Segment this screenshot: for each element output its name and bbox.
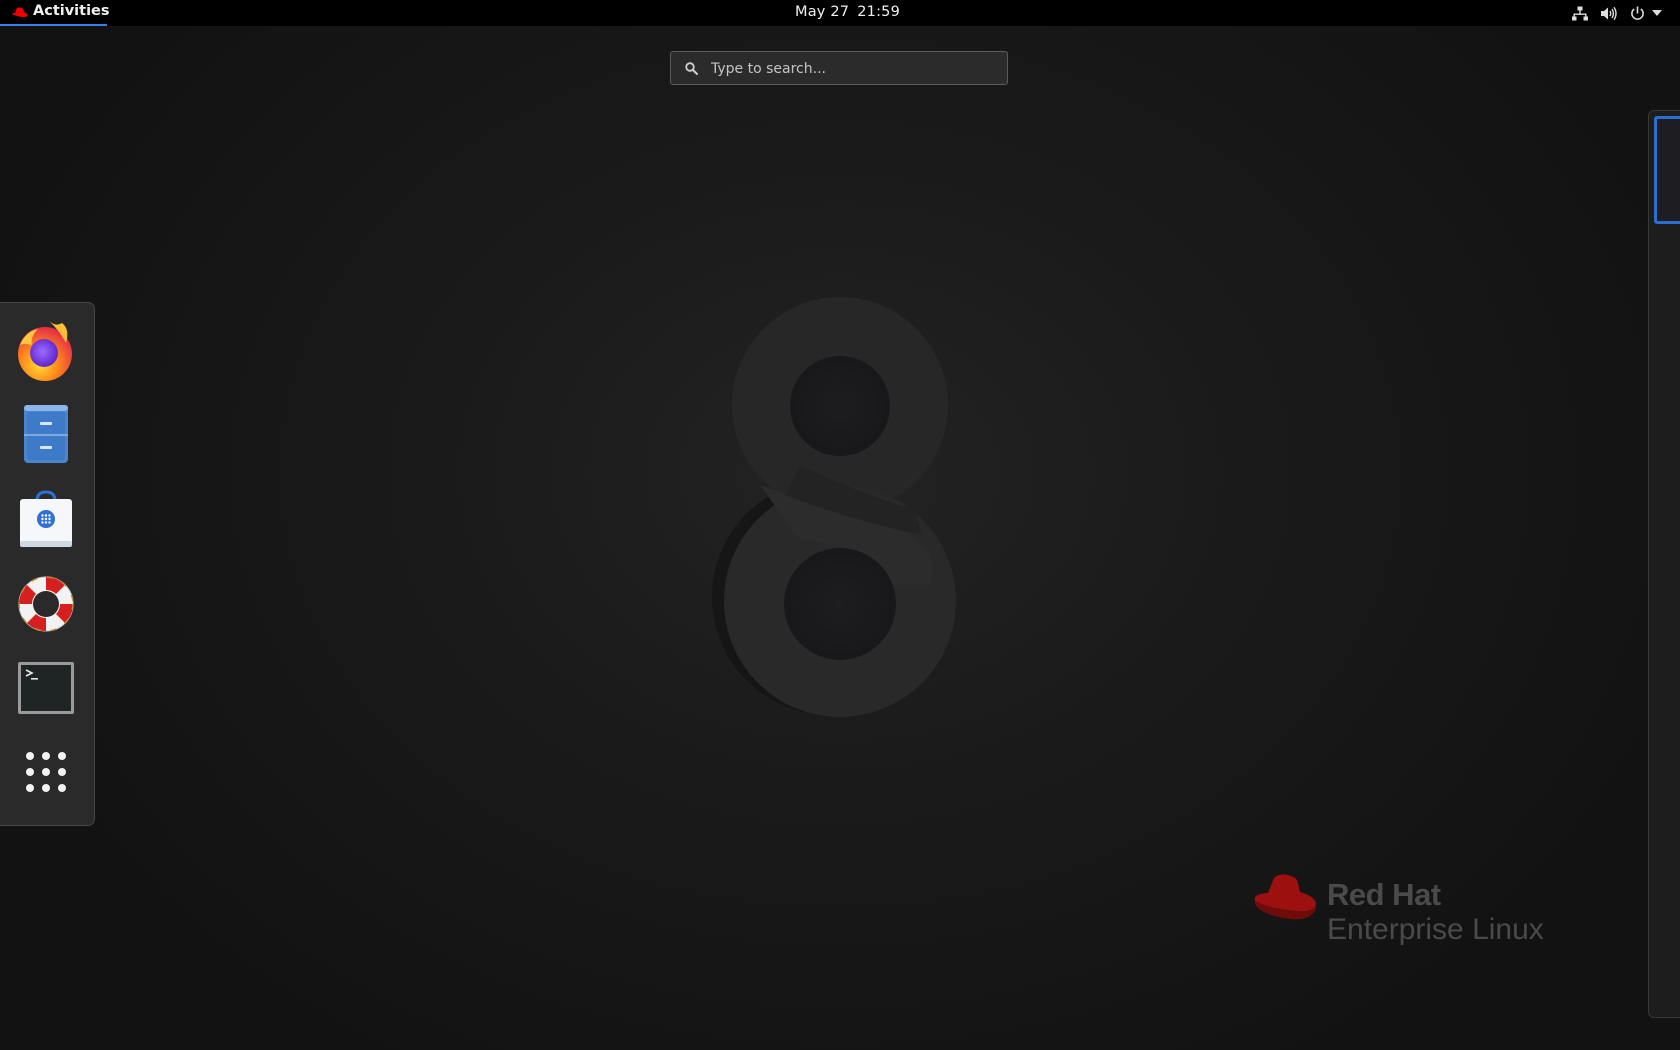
show-applications-icon bbox=[26, 752, 66, 792]
clock-date: May 27 bbox=[795, 4, 850, 20]
dash-item-software[interactable] bbox=[13, 486, 79, 552]
clock-time: 21:59 bbox=[857, 4, 901, 20]
help-icon bbox=[18, 576, 74, 632]
firefox-icon bbox=[18, 321, 72, 381]
search-input[interactable] bbox=[709, 52, 1003, 86]
terminal-icon bbox=[18, 662, 74, 714]
clock[interactable]: May 27 21:59 bbox=[795, 4, 900, 20]
dash-item-terminal[interactable] bbox=[13, 655, 79, 721]
volume-icon[interactable] bbox=[1600, 6, 1617, 21]
workspace-switcher bbox=[1648, 110, 1680, 1018]
brand-line1: Red Hat bbox=[1327, 877, 1441, 912]
dash-item-help[interactable] bbox=[13, 571, 79, 637]
redhat-brand-watermark: Red Hat Enterprise Linux bbox=[1252, 873, 1544, 946]
activities-button[interactable]: Activities bbox=[0, 0, 110, 26]
power-icon[interactable] bbox=[1630, 6, 1645, 21]
rhel-8-wallpaper-graphic bbox=[712, 297, 956, 717]
dash-item-files[interactable] bbox=[13, 401, 79, 467]
workspace-thumbnail-active[interactable] bbox=[1654, 116, 1680, 224]
dash bbox=[0, 302, 95, 826]
network-icon[interactable] bbox=[1572, 6, 1588, 21]
top-bar: Activities May 27 21:59 bbox=[0, 0, 1680, 26]
software-icon bbox=[20, 490, 72, 547]
search-icon bbox=[685, 62, 698, 75]
redhat-logo-icon bbox=[12, 7, 28, 18]
show-applications-button[interactable] bbox=[13, 739, 79, 805]
redhat-logo-icon bbox=[1254, 874, 1317, 920]
search-box[interactable] bbox=[670, 51, 1008, 86]
files-icon bbox=[24, 405, 68, 463]
activities-label: Activities bbox=[33, 3, 110, 19]
dash-item-firefox[interactable] bbox=[13, 317, 79, 383]
brand-line2: Enterprise Linux bbox=[1327, 913, 1544, 946]
desktop-overview: Activities May 27 21:59 Red Hat Enterpri… bbox=[0, 0, 1680, 1050]
chevron-down-icon[interactable] bbox=[1652, 10, 1662, 16]
